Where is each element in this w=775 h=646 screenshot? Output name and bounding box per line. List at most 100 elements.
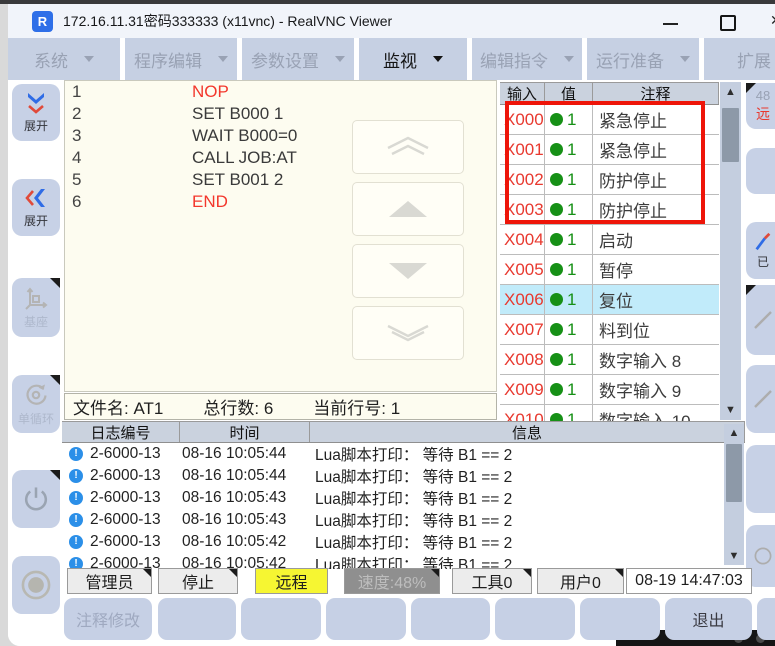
run-state-badge[interactable]: 停止	[158, 568, 238, 594]
chevron-down-icon	[84, 56, 94, 62]
tab-monitor[interactable]: 监视	[359, 38, 467, 80]
minimize-button[interactable]	[663, 23, 678, 25]
io-row-x006-selected[interactable]: X006 1 复位	[500, 285, 719, 315]
vnc-window: R 172.16.11.31密码333333 (x11vnc) - RealVN…	[8, 4, 775, 646]
log-row[interactable]: ! 2-6000-13 08-16 10:05:44 Lua脚本打印： 等待 B…	[62, 443, 745, 465]
expand-down-icon	[23, 91, 49, 115]
scroll-up-icon[interactable]: ▲	[724, 425, 744, 441]
io-row-x001[interactable]: X001 1 紧急停止	[500, 135, 719, 165]
expand-down-button[interactable]: 展开	[12, 84, 60, 141]
io-on-indicator	[550, 203, 563, 216]
speed-badge[interactable]: 速度:48%	[344, 568, 440, 594]
io-table-header: 输入 值 注释	[500, 83, 719, 105]
scroll-down-icon[interactable]: ▼	[720, 402, 741, 418]
log-scrollbar-thumb[interactable]	[726, 444, 742, 502]
io-on-indicator	[550, 323, 563, 336]
log-row[interactable]: ! 2-6000-13 08-16 10:05:44 Lua脚本打印： 等待 B…	[62, 465, 745, 487]
title-bar[interactable]: R 172.16.11.31密码333333 (x11vnc) - RealVN…	[8, 4, 775, 38]
log-scrollbar[interactable]: ▲ ▼	[724, 424, 744, 565]
log-row[interactable]: ! 2-6000-13 08-16 10:05:42 Lua脚本打印： 等待 B…	[62, 553, 745, 569]
scroll-up-icon[interactable]: ▲	[720, 84, 741, 100]
io-row-x002[interactable]: X002 1 防护停止	[500, 165, 719, 195]
expand-left-button[interactable]: 展开	[12, 179, 60, 236]
io-row-x004[interactable]: X004 1 启动	[500, 225, 719, 255]
log-row[interactable]: ! 2-6000-13 08-16 10:05:43 Lua脚本打印： 等待 B…	[62, 509, 745, 531]
info-icon: !	[69, 491, 83, 505]
comment-edit-button[interactable]: 注释修改	[64, 598, 152, 640]
tool-badge[interactable]: 工具0	[452, 568, 532, 594]
io-row-x007[interactable]: X007 1 料到位	[500, 315, 719, 345]
io-row-x005[interactable]: X005 1 暂停	[500, 255, 719, 285]
power-icon	[21, 484, 51, 514]
mode-badge[interactable]: 远程	[255, 568, 328, 594]
corner-marker-icon	[143, 569, 151, 577]
corner-marker-icon	[50, 278, 60, 288]
exit-button[interactable]: 退出	[665, 598, 752, 640]
function-button-5[interactable]	[411, 598, 490, 640]
function-button-7[interactable]	[580, 598, 660, 640]
log-row[interactable]: ! 2-6000-13 08-16 10:05:43 Lua脚本打印： 等待 B…	[62, 487, 745, 509]
io-row-x003[interactable]: X003 1 防护停止	[500, 195, 719, 225]
record-button[interactable]	[12, 556, 60, 614]
io-scrollbar-thumb[interactable]	[722, 108, 739, 162]
screen: R 172.16.11.31密码333333 (x11vnc) - RealVN…	[0, 0, 775, 646]
record-icon	[19, 568, 53, 602]
power-button[interactable]	[12, 470, 60, 528]
io-on-indicator	[550, 233, 563, 246]
function-button-partial[interactable]	[757, 598, 775, 640]
right-calibration-button[interactable]: 已	[746, 222, 775, 279]
line-up-button[interactable]	[352, 182, 464, 236]
log-table-header: 日志编号 时间 信息	[62, 422, 745, 443]
code-line[interactable]: 1 NOP	[65, 81, 496, 103]
function-button-4[interactable]	[326, 598, 406, 640]
info-icon: !	[69, 535, 83, 549]
chevron-down-icon	[218, 56, 228, 62]
user-level-badge[interactable]: 管理员	[67, 568, 152, 594]
left-toolbar: 展开 展开 基座	[8, 80, 64, 646]
right-speed-button[interactable]: 48 远	[746, 83, 775, 129]
total-lines: 总行数: 6	[203, 394, 273, 419]
function-button-6[interactable]	[495, 598, 575, 640]
base-frame-button[interactable]: 基座	[12, 278, 60, 337]
close-button[interactable]: ✕	[770, 12, 775, 29]
program-status-bar: 文件名: AT1 总行数: 6 当前行号: 1	[64, 393, 497, 420]
io-on-indicator	[550, 353, 563, 366]
right-button-6[interactable]	[746, 445, 775, 513]
io-row-x008[interactable]: X008 1 数字输入 8	[500, 345, 719, 375]
tab-edit-command[interactable]: 编辑指令	[472, 38, 582, 80]
io-on-indicator	[550, 413, 563, 421]
scroll-down-icon[interactable]: ▼	[724, 548, 744, 564]
io-scrollbar[interactable]: ▲ ▼	[720, 82, 741, 420]
tab-run-prepare[interactable]: 运行准备	[587, 38, 699, 80]
io-on-indicator	[550, 143, 563, 156]
single-cycle-button[interactable]: 单循环	[12, 375, 60, 433]
base-axes-icon	[23, 285, 49, 311]
page-up-button[interactable]	[352, 120, 464, 174]
io-row-x000[interactable]: X000 1 紧急停止	[500, 105, 719, 135]
tab-program-edit[interactable]: 程序编辑	[125, 38, 237, 80]
corner-marker-icon	[50, 375, 60, 385]
corner-marker-icon	[523, 569, 531, 577]
io-on-indicator	[550, 383, 563, 396]
right-button-4[interactable]	[746, 285, 775, 355]
chevron-down-icon	[433, 56, 443, 62]
realvnc-logo-icon: R	[32, 11, 53, 32]
io-row-x010[interactable]: X010 1 数字输入 10	[500, 405, 719, 421]
tab-system[interactable]: 系统	[8, 38, 120, 80]
function-button-2[interactable]	[158, 598, 236, 640]
io-on-indicator	[550, 293, 563, 306]
page-down-button[interactable]	[352, 306, 464, 360]
tab-extend[interactable]: 扩展	[704, 38, 775, 80]
line-down-button[interactable]	[352, 244, 464, 298]
chevron-down-icon	[564, 56, 574, 62]
right-button-2[interactable]	[746, 148, 775, 194]
maximize-button[interactable]	[720, 15, 736, 31]
diagonal-line-icon	[752, 388, 774, 410]
user-frame-badge[interactable]: 用户0	[537, 568, 624, 594]
tab-parameter-settings[interactable]: 参数设置	[242, 38, 354, 80]
io-row-x009[interactable]: X009 1 数字输入 9	[500, 375, 719, 405]
pen-icon	[753, 232, 773, 252]
function-button-3[interactable]	[241, 598, 321, 640]
right-button-5[interactable]	[746, 365, 775, 433]
log-row[interactable]: ! 2-6000-13 08-16 10:05:42 Lua脚本打印： 等待 B…	[62, 531, 745, 553]
